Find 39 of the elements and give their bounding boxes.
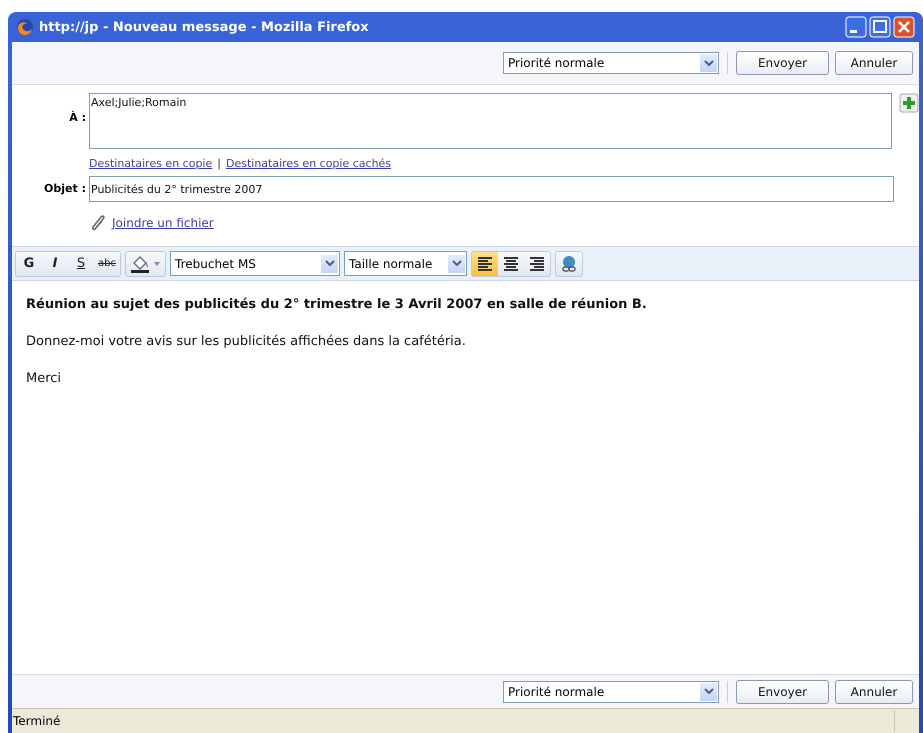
paragraph: Donnez-moi votre avis sur les publicités affichées dans la cafétéria.	[26, 334, 467, 349]
italic-button[interactable]: I	[42, 252, 68, 276]
size-dropdown[interactable]: Taille normale	[344, 251, 467, 276]
message-editor[interactable]: Réunion au sujet des publicités du 2° trimestre le 3 Avril 2007 en salle de réunion B. Donnez-moi votre avis sur les publicités affichées dans la cafétéria. Merci	[12, 281, 919, 674]
paragraph: Merci	[26, 371, 62, 386]
subject-field[interactable]: Publicités du 2° trimestre 2007	[89, 176, 894, 202]
align-right-icon	[528, 255, 546, 272]
status-text: Terminé	[12, 714, 60, 728]
align-center-icon	[502, 255, 520, 272]
browser-logo-icon	[16, 18, 34, 36]
font-dropdown[interactable]: Trebuchet MS	[170, 251, 340, 276]
priority-dropdown[interactable]: Priorité normale	[503, 52, 719, 74]
close-icon	[893, 16, 915, 38]
link[interactable]: Destinataires en copie	[89, 157, 212, 170]
paperclip-icon	[89, 214, 107, 232]
globe-link-icon	[560, 254, 578, 272]
paragraph: Réunion au sujet des publicités du 2° trimestre le 3 Avril 2007 en salle de réunion B.	[26, 297, 648, 312]
attach-file-link[interactable]: Joindre un fichier	[112, 216, 214, 230]
field-label: Objet :	[43, 181, 86, 195]
action-button[interactable]: Envoyer	[736, 51, 829, 75]
separator-text: |	[217, 157, 221, 170]
add-plus-icon	[899, 93, 919, 113]
action-button[interactable]: Annuler	[835, 51, 913, 75]
strikethrough-button[interactable]: abc	[94, 252, 120, 276]
bold-button[interactable]: G	[16, 252, 42, 276]
window-title: http://jp - Nouveau message - Mozilla Firefox	[39, 20, 370, 34]
action-button[interactable]: Annuler	[835, 680, 913, 704]
minimize-icon	[845, 16, 867, 38]
align-left-button[interactable]	[472, 252, 498, 276]
link[interactable]: Destinataires en copie cachés	[226, 157, 392, 170]
align-left-icon	[476, 255, 494, 272]
paint-bucket-icon	[130, 254, 150, 272]
dropdown-arrow-icon	[153, 260, 161, 266]
action-button[interactable]: Envoyer	[736, 680, 829, 704]
underline-button[interactable]: S	[68, 252, 94, 276]
maximize-icon	[869, 16, 891, 38]
recipients-field[interactable]: Axel;Julie;Romain	[89, 93, 892, 149]
priority-dropdown[interactable]: Priorité normale	[503, 680, 719, 702]
field-label: À :	[68, 110, 86, 124]
